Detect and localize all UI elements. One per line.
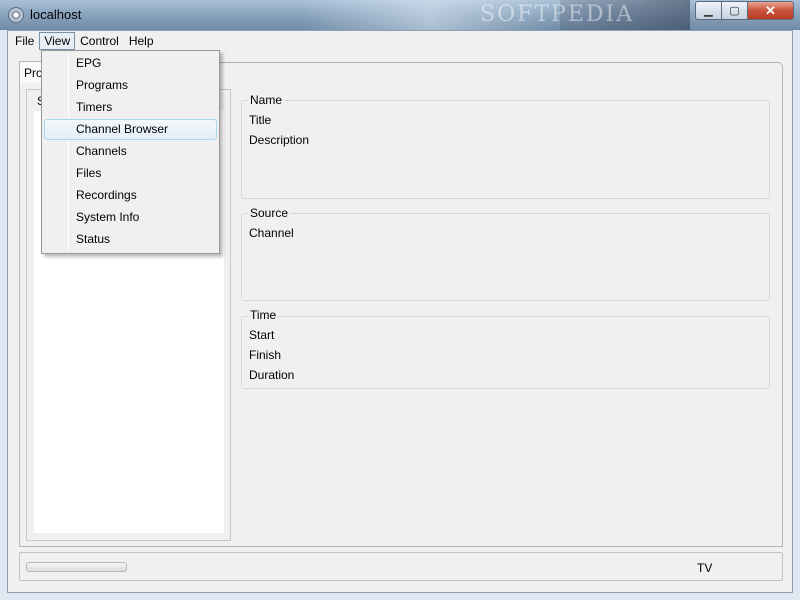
- status-mode-text: TV: [697, 561, 713, 575]
- start-label: Start: [249, 328, 275, 342]
- menu-item-recordings[interactable]: Recordings: [44, 185, 217, 206]
- source-group: [241, 213, 770, 301]
- channel-label: Channel: [249, 226, 294, 240]
- name-group: [241, 100, 770, 199]
- time-group: [241, 316, 770, 389]
- close-button[interactable]: ✕: [748, 1, 794, 20]
- maximize-button[interactable]: ▢: [722, 1, 748, 20]
- menu-item-programs[interactable]: Programs: [44, 75, 217, 96]
- menu-item-epg[interactable]: EPG: [44, 53, 217, 74]
- close-icon: ✕: [765, 2, 776, 18]
- view-menu-dropdown: EPG Programs Timers Channel Browser Chan…: [41, 50, 220, 254]
- name-group-title: Name: [248, 93, 285, 107]
- duration-label: Duration: [249, 368, 295, 382]
- menu-item-system-info[interactable]: System Info: [44, 207, 217, 228]
- menu-help[interactable]: Help: [124, 32, 159, 50]
- title-bar: SOFTPEDIA localhost ▁ ▢ ✕: [0, 0, 800, 30]
- app-disc-icon: [8, 7, 24, 23]
- menu-view[interactable]: View: [39, 32, 76, 50]
- description-label: Description: [249, 133, 310, 147]
- window-title: localhost: [30, 7, 82, 22]
- title-label: Title: [249, 113, 272, 127]
- status-bar: TV: [19, 552, 783, 581]
- watermark-logo: SOFTPEDIA: [480, 2, 635, 27]
- menu-item-channels[interactable]: Channels: [44, 141, 217, 162]
- source-group-title: Source: [248, 206, 291, 220]
- minimize-button[interactable]: ▁: [695, 1, 722, 20]
- menu-item-files[interactable]: Files: [44, 163, 217, 184]
- client-area: File View Control Help Pro S Name Title …: [7, 30, 793, 593]
- finish-label: Finish: [249, 348, 282, 362]
- progress-bar: [26, 562, 127, 572]
- menu-file[interactable]: File: [10, 32, 39, 50]
- menu-control[interactable]: Control: [75, 32, 124, 50]
- menu-item-channel-browser[interactable]: Channel Browser: [44, 119, 217, 140]
- minimize-icon: ▁: [704, 5, 713, 17]
- time-group-title: Time: [248, 308, 279, 322]
- menu-bar: File View Control Help: [8, 31, 792, 51]
- maximize-icon: ▢: [729, 5, 740, 17]
- menu-item-status[interactable]: Status: [44, 229, 217, 250]
- menu-item-timers[interactable]: Timers: [44, 97, 217, 118]
